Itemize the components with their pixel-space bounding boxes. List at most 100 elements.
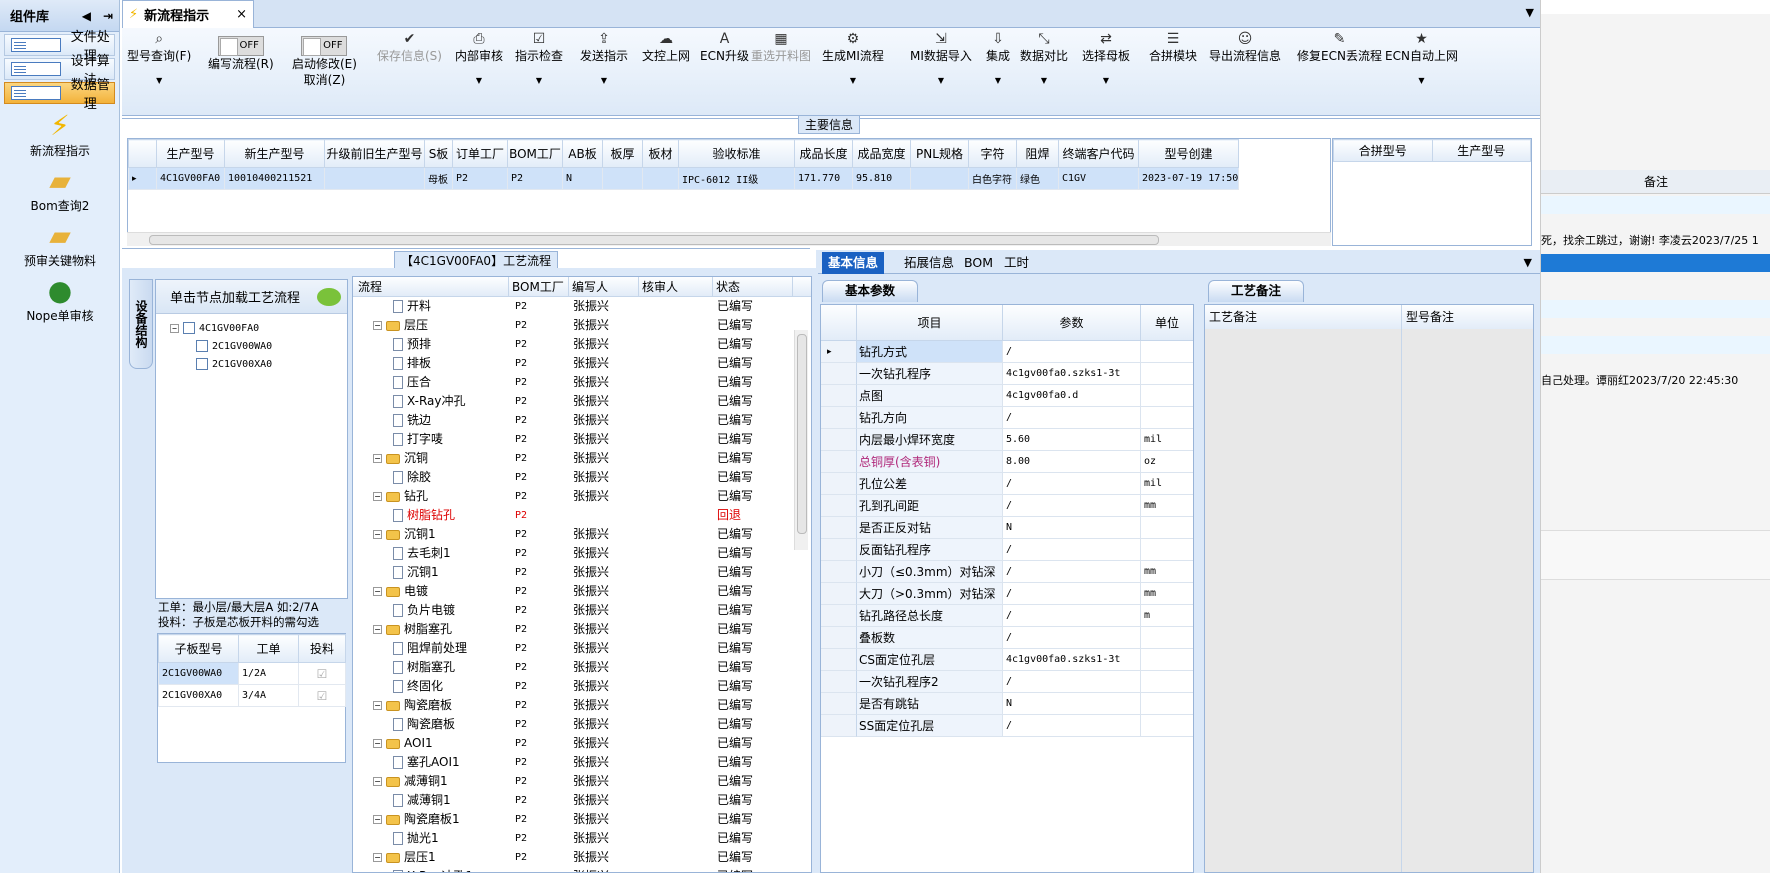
process-row[interactable]: 抛光1 P2 张振兴 已编写: [353, 829, 793, 848]
dropdown-arrow-icon[interactable]: ▼: [1020, 76, 1068, 85]
param-value[interactable]: /: [1003, 715, 1141, 737]
basic-params-tab[interactable]: 基本参数: [822, 280, 919, 302]
column-header[interactable]: 板厚: [602, 139, 643, 168]
tab-bom[interactable]: BOM: [958, 252, 999, 274]
param-value[interactable]: 8.00: [1003, 451, 1141, 473]
collapse-icon[interactable]: −: [373, 492, 382, 501]
collapse-icon[interactable]: −: [373, 587, 382, 596]
integrate-button[interactable]: ⇩ 集成 ▼: [986, 28, 1010, 116]
param-row[interactable]: 小刀（≤0.3mm）对钻深度/mm: [821, 561, 1193, 601]
scroll-thumb[interactable]: [149, 235, 1159, 245]
process-row[interactable]: − 钻孔 P2 张振兴 已编写: [353, 487, 793, 506]
column-header[interactable]: 字符: [968, 139, 1017, 168]
tree-node-child[interactable]: 2C1GV00WA0: [196, 340, 272, 352]
tab-new-flow[interactable]: ⚡ 新流程指示 ×: [122, 0, 254, 28]
process-row[interactable]: − 层压 P2 张振兴 已编写: [353, 316, 793, 335]
tree-node-root[interactable]: −4C1GV00FA0: [170, 322, 259, 334]
process-row[interactable]: 负片电镀 P2 张振兴 已编写: [353, 601, 793, 620]
process-row[interactable]: 减薄铜1 P2 张振兴 已编写: [353, 791, 793, 810]
column-header[interactable]: 生产型号: [1431, 139, 1531, 162]
table-cell[interactable]: 10010400211521: [224, 167, 325, 190]
column-header[interactable]: 板材: [642, 139, 679, 168]
process-row[interactable]: 终固化 P2 张振兴 已编写: [353, 677, 793, 696]
process-row[interactable]: 塞孔AOI1 P2 张振兴 已编写: [353, 753, 793, 772]
feed-checkbox[interactable]: ☑: [317, 667, 328, 681]
process-row[interactable]: − 沉铜 P2 张振兴 已编写: [353, 449, 793, 468]
table-cell[interactable]: [602, 167, 643, 190]
combine-module-button[interactable]: ☰ 合拼模块: [1149, 28, 1197, 116]
process-row[interactable]: − 陶瓷磨板 P2 张振兴 已编写: [353, 696, 793, 715]
process-row[interactable]: 陶瓷磨板 P2 张振兴 已编写: [353, 715, 793, 734]
load-flow-bar[interactable]: 单击节点加载工艺流程: [156, 280, 347, 314]
param-value[interactable]: /: [1003, 473, 1141, 495]
param-value[interactable]: /: [1003, 495, 1141, 517]
collapse-icon[interactable]: −: [373, 853, 382, 862]
param-value[interactable]: 4c1gv00fa0.d: [1003, 385, 1141, 407]
mi-import-button[interactable]: ⇲ MI数据导入 ▼: [910, 28, 972, 116]
process-row[interactable]: 去毛刺1 P2 张振兴 已编写: [353, 544, 793, 563]
process-remark-text[interactable]: [1205, 329, 1402, 872]
process-vscrollbar[interactable]: [794, 330, 808, 550]
tab-hours[interactable]: 工时: [998, 252, 1035, 274]
param-value[interactable]: /: [1003, 627, 1141, 649]
table-cell[interactable]: [910, 167, 969, 190]
process-row[interactable]: − 电镀 P2 张振兴 已编写: [353, 582, 793, 601]
start-modify-button[interactable]: OFF 启动修改(E) 取消(Z): [292, 28, 357, 116]
column-header[interactable]: 终端客户代码: [1058, 139, 1139, 168]
collapse-icon[interactable]: −: [373, 777, 382, 786]
model-query-button[interactable]: ⌕ 型号查询(F) ▼: [127, 28, 191, 116]
param-row[interactable]: 钻孔路径总长度 / m: [821, 605, 1193, 627]
internal-review-button[interactable]: ⎙ 内部审核 ▼: [455, 28, 503, 116]
select-mother-board-button[interactable]: ⇄ 选择母板 ▼: [1082, 28, 1130, 116]
param-row[interactable]: SS面定位孔层 /: [821, 715, 1193, 737]
tabs-dropdown-icon[interactable]: ▼: [1524, 256, 1532, 269]
column-header[interactable]: BOM工厂: [507, 139, 563, 168]
scroll-thumb[interactable]: [797, 334, 807, 534]
instruction-check-button[interactable]: ☑ 指示检查 ▼: [515, 28, 563, 116]
generate-mi-button[interactable]: ⚙ 生成MI流程 ▼: [822, 28, 884, 116]
nope-review-shortcut[interactable]: ● Nope单审核: [0, 275, 120, 324]
close-tab-icon[interactable]: ×: [236, 7, 247, 22]
pre-review-shortcut[interactable]: ▰ 预审关键物料: [0, 220, 120, 269]
column-header[interactable]: 阻焊: [1016, 139, 1059, 168]
bom-query-shortcut[interactable]: ▰ Bom查询2: [0, 165, 120, 214]
edit-flow-button[interactable]: OFF 编写流程(R): [208, 28, 274, 116]
tab-extended[interactable]: 拓展信息: [898, 252, 960, 274]
collapse-icon[interactable]: −: [373, 454, 382, 463]
param-value[interactable]: /: [1003, 341, 1141, 363]
column-header[interactable]: 验收标准: [678, 139, 795, 168]
process-row[interactable]: − 沉铜1 P2 张振兴 已编写: [353, 525, 793, 544]
pin-icon[interactable]: ⇥: [103, 9, 113, 23]
param-row[interactable]: 一次钻孔程序2/: [821, 671, 1193, 693]
param-value[interactable]: 4c1gv00fa0.szks1-3t: [1003, 363, 1141, 385]
table-cell[interactable]: 白色字符: [968, 167, 1017, 190]
param-row[interactable]: 内层最小焊环宽度 5.60 mil: [821, 429, 1193, 451]
process-row[interactable]: − AOI1 P2 张振兴 已编写: [353, 734, 793, 753]
param-row[interactable]: 大刀（>0.3mm）对钻深度/mm: [821, 583, 1193, 623]
process-row[interactable]: 压合 P2 张振兴 已编写: [353, 373, 793, 392]
collapse-icon[interactable]: −: [373, 625, 382, 634]
param-row[interactable]: 钻孔方向 /: [821, 407, 1193, 429]
param-row[interactable]: CS面定位孔层 4c1gv00fa0.szks1-3t: [821, 649, 1193, 671]
param-value[interactable]: 5.60: [1003, 429, 1141, 451]
param-row[interactable]: 孔到孔间距 / mm: [821, 495, 1193, 517]
table-cell[interactable]: [642, 167, 679, 190]
table-cell[interactable]: 171.770: [794, 167, 853, 190]
collapse-icon[interactable]: −: [170, 323, 179, 333]
dropdown-arrow-icon[interactable]: ▼: [455, 76, 503, 85]
collapse-icon[interactable]: −: [373, 815, 382, 824]
dropdown-arrow-icon[interactable]: ▼: [986, 76, 1010, 85]
process-row[interactable]: 排板 P2 张振兴 已编写: [353, 354, 793, 373]
reselect-cutting-button[interactable]: ▦ 重选开料图: [751, 28, 811, 116]
param-value[interactable]: /: [1003, 583, 1141, 605]
equipment-structure-tab[interactable]: 设备结构: [129, 279, 153, 369]
param-value[interactable]: /: [1003, 539, 1141, 561]
param-value[interactable]: /: [1003, 671, 1141, 693]
column-header[interactable]: 升级前旧生产型号: [324, 139, 425, 168]
collapse-icon[interactable]: −: [373, 530, 382, 539]
data-compare-button[interactable]: ⤡ 数据对比 ▼: [1020, 28, 1068, 116]
process-row[interactable]: 打字唛 P2 张振兴 已编写: [353, 430, 793, 449]
process-row[interactable]: 铣边 P2 张振兴 已编写: [353, 411, 793, 430]
doc-upload-button[interactable]: ☁ 文控上网: [642, 28, 690, 116]
column-header[interactable]: PNL规格: [910, 139, 969, 168]
